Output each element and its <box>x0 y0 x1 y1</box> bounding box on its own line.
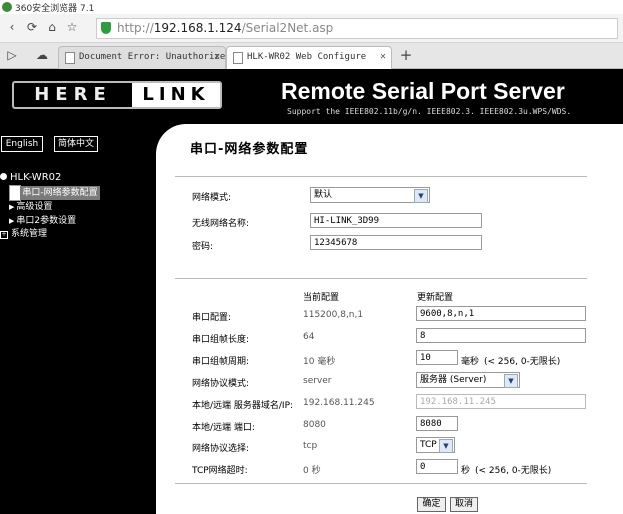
sidebar-item-label: 串口2参数设置 <box>16 216 77 226</box>
page-title: 串口-网络参数配置 <box>190 142 309 157</box>
url-scheme: http:// <box>117 21 154 35</box>
timeout-current: 0 秒 <box>303 466 321 476</box>
update-config-header: 更新配置 <box>417 293 454 303</box>
chevron-down-icon: ▼ <box>439 439 453 453</box>
password-input[interactable]: 12345678 <box>310 235 482 250</box>
frame-length-current: 64 <box>303 332 315 342</box>
root-bullet-icon <box>0 173 7 180</box>
sidebar-item-advanced[interactable]: ▶ 高级设置 <box>9 199 52 212</box>
remote-ip-label: 本地/远端 服务器域名/IP: <box>192 401 294 411</box>
nav-root-label: HLK-WR02 <box>10 172 62 183</box>
window-title: 360安全浏览器 7.1 <box>15 4 95 14</box>
document-icon <box>233 52 243 64</box>
product-title: Remote Serial Port Server <box>281 78 565 104</box>
cloud-icon[interactable]: ☁ <box>34 47 50 63</box>
ssid-input[interactable]: HI-LINK_3D99 <box>310 213 482 228</box>
sidebar-item-label: 高级设置 <box>16 202 53 212</box>
timeout-hint: (< 256, 0-无限长) <box>475 466 552 476</box>
arrow-right-icon: ▶ <box>9 203 15 211</box>
herelink-logo: HERE LINK <box>12 81 222 109</box>
serial-config-current: 115200,8,n,1 <box>303 310 364 320</box>
nav-root[interactable]: HLK-WR02 <box>0 172 61 183</box>
arrow-right-icon: ▶ <box>9 217 15 225</box>
port-current: 8080 <box>303 420 326 430</box>
protocol-select[interactable]: TCP ▼ <box>416 437 455 453</box>
home-icon[interactable]: ⌂ <box>44 19 60 35</box>
protocol-value: TCP <box>420 440 437 450</box>
protocol-current: tcp <box>303 441 318 451</box>
timeout-label: TCP网络超时: <box>192 466 248 476</box>
current-config-header: 当前配置 <box>303 293 340 303</box>
cancel-button[interactable]: 取消 <box>450 497 478 512</box>
chevron-down-icon: ▼ <box>504 374 518 388</box>
ssid-label: 无线网络名称: <box>192 219 250 229</box>
password-label: 密码: <box>192 242 214 252</box>
ok-button[interactable]: 确定 <box>417 497 446 512</box>
sidebar-item-label: 串口-网络参数配置 <box>20 186 100 200</box>
logo-here: HERE <box>34 84 112 105</box>
address-url[interactable]: http://192.168.1.124/Serial2Net.asp <box>117 21 333 35</box>
protocol-mode-label: 网络协议模式: <box>192 379 250 389</box>
address-bar[interactable]: http://192.168.1.124/Serial2Net.asp <box>96 18 618 39</box>
serial-config-label: 串口配置: <box>192 313 232 323</box>
tab-bar: ▷ ☁ Document Error: Unauthorize ✕ HLK-WR… <box>0 43 623 69</box>
divider <box>175 176 587 177</box>
refresh-icon[interactable]: ⟳ <box>24 19 40 35</box>
sidebar-item-label: 系统管理 <box>11 229 48 239</box>
url-path: /Serial2Net.asp <box>241 21 334 35</box>
protocol-label: 网络协议选择: <box>192 444 250 454</box>
expand-icon: + <box>0 231 8 239</box>
divider <box>175 278 587 279</box>
new-tab-icon[interactable]: + <box>398 47 414 63</box>
protocol-mode-value: 服务器 (Server) <box>420 375 487 385</box>
document-icon <box>65 52 75 64</box>
back-icon[interactable]: ‹ <box>4 19 20 35</box>
frame-period-unit: 毫秒 <box>461 357 480 367</box>
network-mode-select[interactable]: 默认 ▼ <box>310 187 430 203</box>
url-host: 192.168.1.124 <box>153 21 242 35</box>
serial-config-input[interactable]: 9600,8,n,1 <box>416 306 586 321</box>
tab-document-error[interactable]: Document Error: Unauthorize ✕ <box>58 46 226 69</box>
arrow-right-icon: ▶ <box>13 189 19 197</box>
close-tab-icon[interactable]: ✕ <box>380 51 386 62</box>
protocol-mode-select[interactable]: 服务器 (Server) ▼ <box>416 372 520 388</box>
sidebar-item-system[interactable]: + 系统管理 <box>0 226 47 239</box>
chinese-button[interactable]: 简体中文 <box>54 136 98 152</box>
protocol-mode-current: server <box>303 376 332 386</box>
frame-period-hint: (< 256, 0-无限长) <box>484 357 561 367</box>
logo-link: LINK <box>132 83 220 107</box>
sidebar: English 简体中文 HLK-WR02 ▶ 串口-网络参数配置 ▶ 高级设置 ▶… <box>0 124 156 514</box>
frame-period-label: 串口组帧周期: <box>192 357 250 367</box>
support-text: Support the IEEE802.11b/g/n. IEEE802.3. … <box>287 107 572 116</box>
divider <box>175 483 587 484</box>
timeout-input[interactable]: 0 <box>416 459 458 474</box>
star-icon[interactable]: ☆ <box>64 19 80 35</box>
close-tab-icon[interactable]: ✕ <box>214 51 220 62</box>
sidebar-item-serial2[interactable]: ▶ 串口2参数设置 <box>9 213 76 226</box>
remote-ip-current: 192.168.11.245 <box>303 398 375 408</box>
frame-period-input[interactable]: 10 <box>416 350 458 365</box>
timeout-unit: 秒 <box>461 466 471 476</box>
shield-icon <box>101 22 111 34</box>
page-banner: HERE LINK Remote Serial Port Server Supp… <box>0 69 623 124</box>
window-titlebar: 360安全浏览器 7.1 <box>0 0 623 14</box>
browser-logo-icon <box>2 2 12 12</box>
tab-label: HLK-WR02 Web Configure <box>247 52 367 62</box>
frame-length-input[interactable]: 8 <box>416 328 586 343</box>
frame-period-current: 10 毫秒 <box>303 357 336 367</box>
sidebar-toggle-icon[interactable]: ▷ <box>4 47 20 63</box>
network-mode-label: 网络模式: <box>192 193 232 203</box>
tab-label: Document Error: Unauthorize <box>79 52 226 62</box>
frame-length-label: 串口组帧长度: <box>192 335 250 345</box>
port-label: 本地/远端 端口: <box>192 423 255 433</box>
english-button[interactable]: English <box>1 136 43 152</box>
port-input[interactable]: 8080 <box>416 416 458 431</box>
remote-ip-input[interactable]: 192.168.11.245 <box>416 394 586 409</box>
navigation-bar: ‹ ⟳ ⌂ ☆ http://192.168.1.124/Serial2Net.… <box>0 14 623 43</box>
chevron-down-icon: ▼ <box>414 189 428 203</box>
network-mode-value: 默认 <box>314 190 333 200</box>
tab-web-configure[interactable]: HLK-WR02 Web Configure ✕ <box>226 46 392 69</box>
